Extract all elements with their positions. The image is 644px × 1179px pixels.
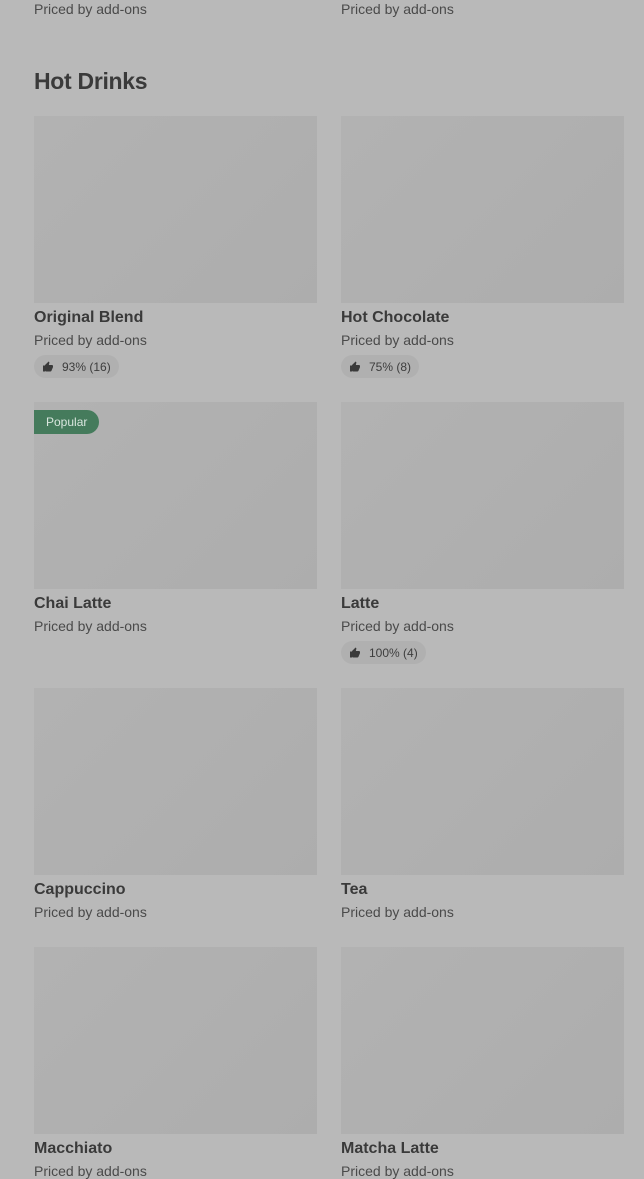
- item-price: Priced by add-ons: [341, 1, 454, 17]
- menu-item-card[interactable]: Original Blend Priced by add-ons 93% (16…: [34, 116, 317, 378]
- rating-text: 75% (8): [369, 359, 412, 374]
- rating-pill: 100% (4): [341, 641, 426, 664]
- item-name: Original Blend: [34, 309, 144, 326]
- menu-item-card[interactable]: Latte Priced by add-ons 100% (4): [341, 402, 624, 664]
- popular-badge: Popular: [34, 410, 100, 434]
- item-price: Priced by add-ons: [34, 332, 147, 348]
- item-price: Priced by add-ons: [341, 1163, 454, 1179]
- rating-pill: 75% (8): [341, 355, 420, 378]
- item-price: Priced by add-ons: [341, 904, 454, 920]
- item-image: Popular: [34, 402, 317, 589]
- item-price: Priced by add-ons: [34, 1163, 147, 1179]
- rating-pill: 93% (16): [34, 355, 119, 378]
- thumbs-up-icon: [43, 361, 53, 371]
- item-price: Priced by add-ons: [34, 904, 147, 920]
- item-price: Priced by add-ons: [341, 618, 454, 634]
- menu-item-card[interactable]: Cappuccino Priced by add-ons: [34, 688, 317, 920]
- menu-item-card[interactable]: Macchiato Priced by add-ons: [34, 947, 317, 1179]
- menu-item-card[interactable]: Hot Chocolate Priced by add-ons 75% (8): [341, 116, 624, 378]
- item-name: Latte: [341, 595, 380, 612]
- item-image: [34, 116, 317, 303]
- item-name: Macchiato: [34, 1140, 113, 1157]
- item-name: Chai Latte: [34, 595, 112, 612]
- item-image: [34, 947, 317, 1134]
- previous-section-row: Priced by add-ons Priced by add-ons: [34, 0, 624, 20]
- rating-text: 100% (4): [369, 645, 418, 660]
- item-image: [341, 402, 624, 589]
- item-price: Priced by add-ons: [34, 1, 147, 17]
- item-image: [341, 947, 624, 1134]
- item-price: Priced by add-ons: [341, 332, 454, 348]
- item-image: [341, 116, 624, 303]
- thumbs-up-icon: [350, 647, 360, 657]
- section-title: Hot Drinks: [34, 68, 148, 94]
- item-name: Cappuccino: [34, 881, 126, 898]
- rating-text: 93% (16): [62, 359, 111, 374]
- thumbs-up-icon: [350, 361, 360, 371]
- item-price: Priced by add-ons: [34, 618, 147, 634]
- item-name: Hot Chocolate: [341, 309, 450, 326]
- item-name: Matcha Latte: [341, 1140, 439, 1157]
- menu-item-card[interactable]: Matcha Latte Priced by add-ons: [341, 947, 624, 1179]
- item-image: [341, 688, 624, 875]
- menu-item-card[interactable]: Popular Chai Latte Priced by add-ons: [34, 402, 317, 634]
- item-name: Tea: [341, 881, 368, 898]
- menu-item-card[interactable]: Tea Priced by add-ons: [341, 688, 624, 920]
- item-image: [34, 688, 317, 875]
